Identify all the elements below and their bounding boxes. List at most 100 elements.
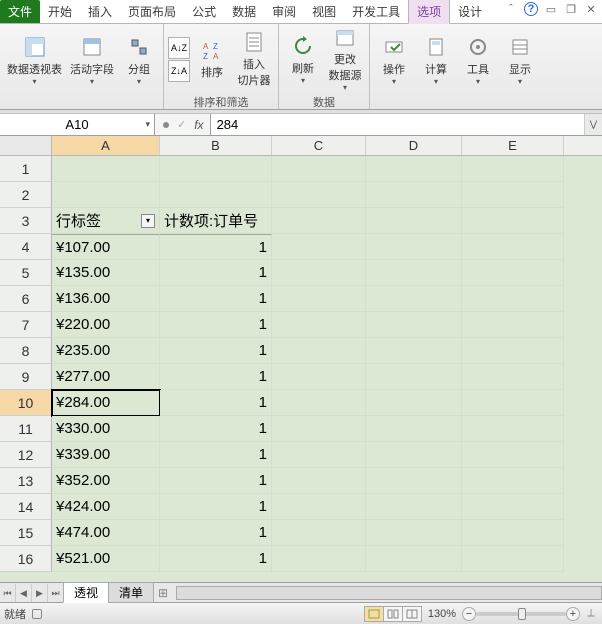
tab-0[interactable]: 开始 [40, 0, 80, 23]
cell[interactable]: 1 [160, 390, 272, 416]
minimize-icon[interactable]: ▭ [544, 2, 558, 16]
cell[interactable]: 1 [160, 494, 272, 520]
cell[interactable] [272, 286, 366, 312]
cell[interactable]: 1 [160, 338, 272, 364]
view-page-break-icon[interactable] [402, 606, 422, 622]
cell[interactable]: 1 [160, 416, 272, 442]
cell[interactable] [462, 182, 564, 208]
cell[interactable]: ¥424.00 [52, 494, 160, 520]
cell[interactable]: ¥284.00 [52, 390, 160, 416]
cell[interactable] [462, 312, 564, 338]
sheet-next-icon[interactable]: ▶ [32, 584, 48, 602]
cell[interactable] [366, 520, 462, 546]
column-header-D[interactable]: D [366, 136, 462, 155]
tab-6[interactable]: 视图 [304, 0, 344, 23]
cell[interactable]: ¥521.00 [52, 546, 160, 572]
cell[interactable]: ¥136.00 [52, 286, 160, 312]
row-header[interactable]: 3 [0, 208, 52, 234]
column-header-B[interactable]: B [160, 136, 272, 155]
cell[interactable] [366, 442, 462, 468]
cell[interactable]: 1 [160, 468, 272, 494]
select-all-corner[interactable] [0, 136, 52, 156]
cell[interactable] [272, 546, 366, 572]
tab-5[interactable]: 审阅 [264, 0, 304, 23]
cell[interactable] [462, 416, 564, 442]
cell[interactable] [462, 442, 564, 468]
cell[interactable]: ¥330.00 [52, 416, 160, 442]
cell[interactable] [366, 338, 462, 364]
cell[interactable] [462, 234, 564, 260]
cell[interactable]: ¥352.00 [52, 468, 160, 494]
row-header[interactable]: 13 [0, 468, 52, 494]
cell[interactable]: 1 [160, 260, 272, 286]
row-header[interactable]: 4 [0, 234, 52, 260]
cell[interactable] [272, 390, 366, 416]
sheet-new-icon[interactable]: ⊞ [154, 586, 172, 600]
cell[interactable]: ¥135.00 [52, 260, 160, 286]
cell[interactable] [366, 416, 462, 442]
cell[interactable] [366, 390, 462, 416]
tab-1[interactable]: 插入 [80, 0, 120, 23]
cells-area[interactable]: 行标签▾计数项:订单号¥107.001¥135.001¥136.001¥220.… [52, 156, 602, 582]
sort-desc-button[interactable]: Z↓A [168, 60, 190, 82]
ribbon-collapse-icon[interactable]: ˆ [504, 2, 518, 16]
close-icon[interactable]: ✕ [584, 2, 598, 16]
filter-dropdown-icon[interactable]: ▾ [141, 214, 155, 228]
fx-icon[interactable]: fx [194, 118, 203, 132]
pivot-table-button[interactable]: 数据透视表▾ [4, 27, 65, 93]
zoom-slider[interactable] [476, 612, 566, 616]
restore-icon[interactable]: ❐ [564, 2, 578, 16]
cell[interactable] [462, 364, 564, 390]
cell[interactable] [366, 260, 462, 286]
active-field-button[interactable]: 活动字段▾ [67, 27, 117, 93]
cell[interactable]: ¥107.00 [52, 234, 160, 260]
cell[interactable]: 1 [160, 364, 272, 390]
tab-9[interactable]: 设计 [450, 0, 490, 23]
cell[interactable]: ¥339.00 [52, 442, 160, 468]
sort-button[interactable]: AZZA排序 [192, 26, 232, 92]
sheet-first-icon[interactable]: ⏮ [0, 584, 16, 602]
change-datasource-button[interactable]: 更改 数据源▾ [325, 26, 365, 92]
cell[interactable]: 1 [160, 286, 272, 312]
cell[interactable] [272, 234, 366, 260]
cell[interactable] [160, 156, 272, 182]
sort-asc-button[interactable]: A↓Z [168, 37, 190, 59]
cell[interactable]: 1 [160, 312, 272, 338]
cell[interactable] [272, 364, 366, 390]
cell[interactable] [462, 156, 564, 182]
row-header[interactable]: 1 [0, 156, 52, 182]
cell[interactable] [462, 260, 564, 286]
row-header[interactable]: 8 [0, 338, 52, 364]
calc-button[interactable]: 计算▾ [416, 27, 456, 93]
cell[interactable] [366, 156, 462, 182]
row-header[interactable]: 16 [0, 546, 52, 572]
tab-3[interactable]: 公式 [184, 0, 224, 23]
cell[interactable]: 行标签▾ [52, 208, 160, 234]
column-header-E[interactable]: E [462, 136, 564, 155]
row-header[interactable]: 7 [0, 312, 52, 338]
formula-input[interactable]: 284 [210, 114, 584, 135]
cell[interactable]: 计数项:订单号 [160, 208, 272, 234]
cell[interactable] [272, 156, 366, 182]
cell[interactable]: ¥474.00 [52, 520, 160, 546]
tools-button[interactable]: 工具▾ [458, 27, 498, 93]
cell[interactable] [366, 312, 462, 338]
tab-7[interactable]: 开发工具 [344, 0, 408, 23]
group-button[interactable]: 分组▾ [119, 27, 159, 93]
cell[interactable] [160, 182, 272, 208]
sheet-last-icon[interactable]: ⏭ [48, 584, 64, 602]
cell[interactable] [366, 494, 462, 520]
cell[interactable] [272, 260, 366, 286]
cell[interactable] [462, 546, 564, 572]
cell[interactable]: ¥235.00 [52, 338, 160, 364]
cell[interactable] [366, 286, 462, 312]
cell[interactable] [272, 208, 366, 234]
macro-record-icon[interactable] [32, 609, 42, 619]
cell[interactable] [272, 442, 366, 468]
row-header[interactable]: 6 [0, 286, 52, 312]
spreadsheet-grid[interactable]: ABCDE 12345678910111213141516 行标签▾计数项:订单… [0, 136, 602, 582]
name-box-dropdown-icon[interactable]: ▾ [145, 119, 150, 130]
tab-2[interactable]: 页面布局 [120, 0, 184, 23]
cell[interactable] [272, 182, 366, 208]
row-header[interactable]: 12 [0, 442, 52, 468]
